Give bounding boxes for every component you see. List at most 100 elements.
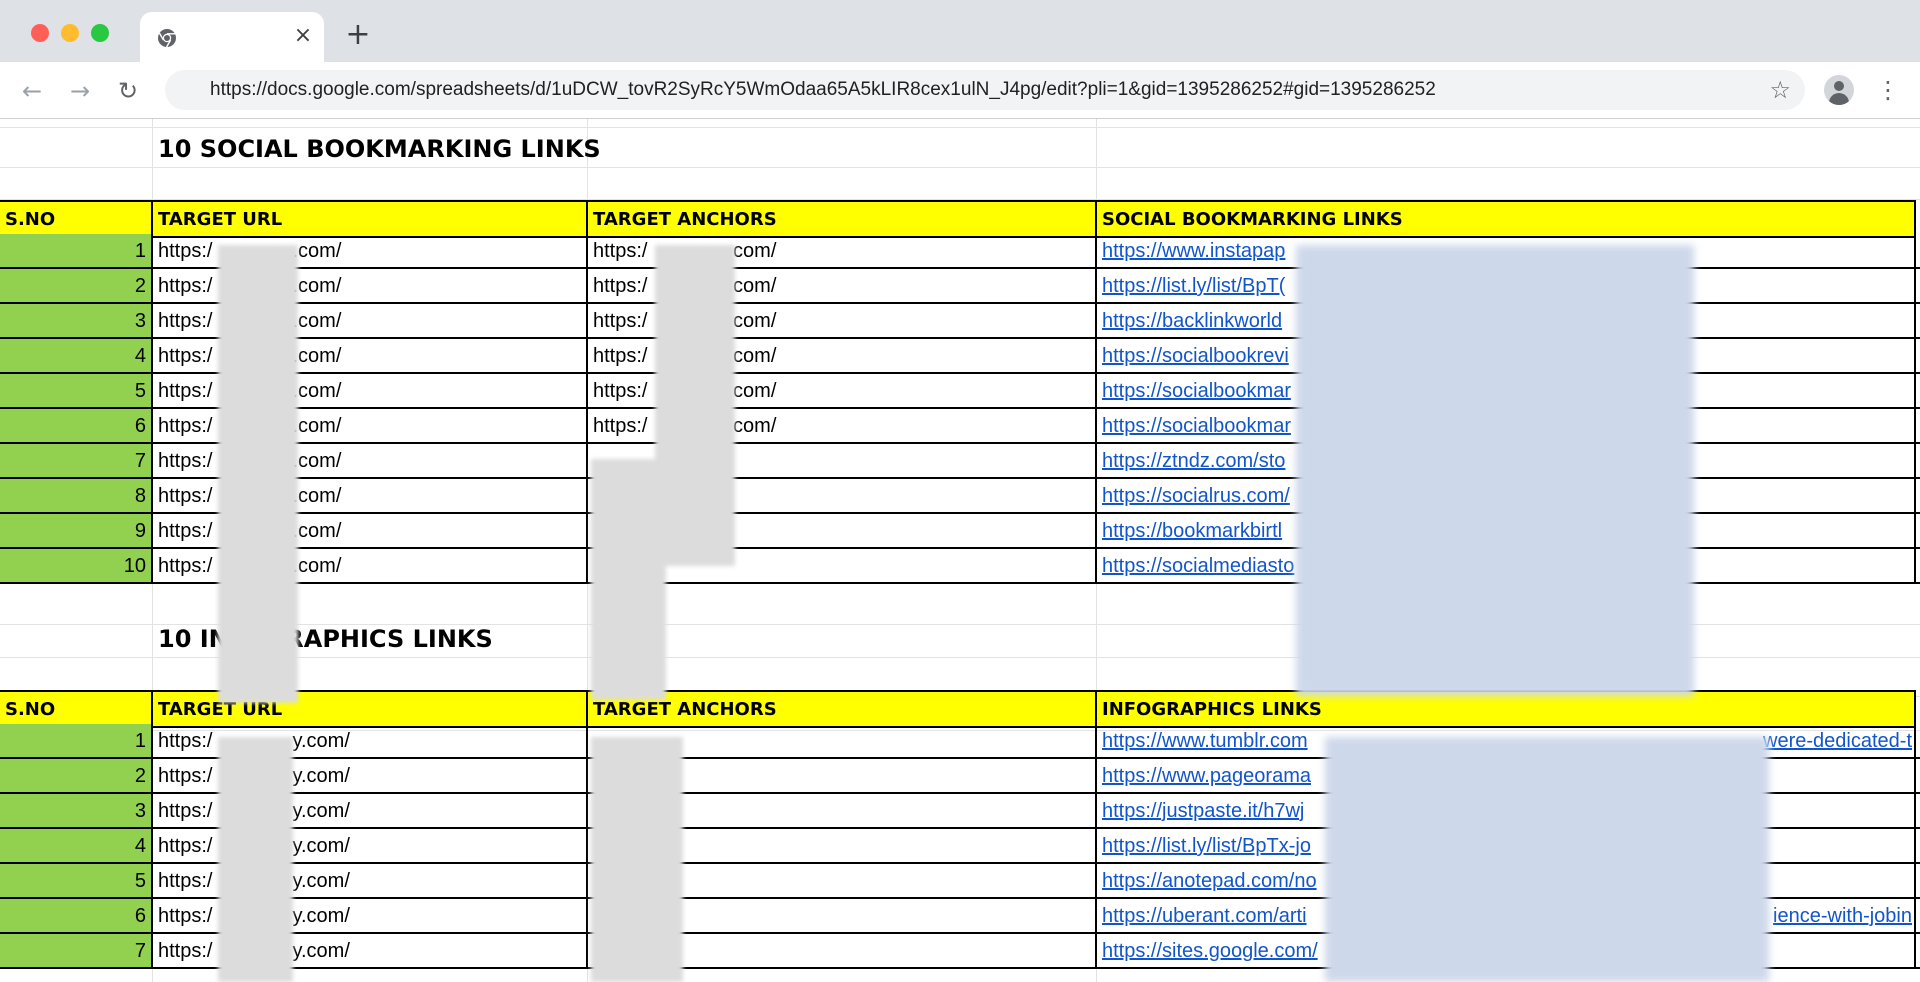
redaction-overlay [1296, 245, 1694, 696]
row-number: 1 [0, 724, 153, 757]
target-url-end: .com/ [292, 310, 342, 332]
target-url-start: https:/ [158, 380, 213, 402]
backlink[interactable]: https://socialbookmar [1102, 380, 1291, 402]
redaction-overlay [655, 245, 735, 566]
backlink[interactable]: https://ztndz.com/sto [1102, 450, 1285, 472]
target-url-start: https:/ [158, 555, 213, 577]
backlink[interactable]: https://socialrus.com/ [1102, 485, 1290, 507]
target-url-end: y.com/ [292, 870, 350, 892]
backlink[interactable]: https://backlinkworld [1102, 310, 1282, 332]
avatar-body [1829, 93, 1849, 105]
target-url-start: https:/ [158, 835, 213, 857]
redaction-overlay [591, 459, 666, 700]
backlink[interactable]: https://socialbookmar [1102, 415, 1291, 437]
back-arrow-icon[interactable]: ← [18, 77, 46, 105]
row-number: 7 [0, 934, 153, 967]
target-url-end: .com/ [292, 450, 342, 472]
target-url-end: .com/ [292, 345, 342, 367]
row-number: 6 [0, 899, 153, 932]
target-url-start: https:/ [158, 800, 213, 822]
target-url-start: https:/ [158, 730, 213, 752]
row-number: 2 [0, 269, 153, 302]
target-anchor-start: https:/ [593, 380, 648, 402]
row-number: 4 [0, 829, 153, 862]
row-number: 3 [0, 304, 153, 337]
target-url-end: .com/ [292, 485, 342, 507]
header-sno: S.NO [0, 692, 153, 726]
target-url-end: .com/ [292, 240, 342, 262]
window-close-button[interactable] [31, 24, 49, 42]
backlink[interactable]: https://list.ly/list/BpT( [1102, 275, 1285, 297]
target-url-end: y.com/ [292, 940, 350, 962]
grid-line [0, 167, 1920, 168]
target-anchor-start: https:/ [593, 345, 648, 367]
target-url-start: https:/ [158, 450, 213, 472]
bookmark-star-icon[interactable]: ☆ [1769, 70, 1791, 110]
target-url-end: .com/ [292, 275, 342, 297]
header-sno: S.NO [0, 202, 153, 236]
target-url-end: y.com/ [292, 800, 350, 822]
target-url-start: https:/ [158, 310, 213, 332]
profile-avatar-icon[interactable] [1824, 75, 1854, 105]
target-url-start: https:/ [158, 485, 213, 507]
row-number: 2 [0, 759, 153, 792]
section-title-social-bookmarking: 10 SOCIAL BOOKMARKING LINKS [158, 135, 601, 163]
target-url-end: .com/ [292, 555, 342, 577]
target-url-start: https:/ [158, 240, 213, 262]
target-url-start: https:/ [158, 275, 213, 297]
target-anchor-start: https:/ [593, 240, 648, 262]
row-number: 5 [0, 864, 153, 897]
target-anchor-start: https:/ [593, 275, 648, 297]
forward-arrow-icon[interactable]: → [66, 77, 94, 105]
chrome-icon [158, 29, 176, 48]
redaction-overlay [591, 737, 683, 982]
target-url-end: y.com/ [292, 765, 350, 787]
backlink[interactable]: https://anotepad.com/no [1102, 870, 1317, 892]
target-url-end: .com/ [292, 380, 342, 402]
backlink[interactable]: https://list.ly/list/BpTx-jo [1102, 835, 1311, 857]
backlink[interactable]: https://justpaste.it/h7wj [1102, 800, 1304, 822]
row-number: 1 [0, 234, 153, 267]
target-url-end: .com/ [292, 520, 342, 542]
row-number: 6 [0, 409, 153, 442]
backlink[interactable]: https://www.pageorama [1102, 765, 1311, 787]
grid-line [0, 127, 1920, 128]
backlink[interactable]: https://www.tumblr.com [1102, 730, 1308, 752]
backlink[interactable]: https://sites.google.com/ [1102, 940, 1318, 962]
backlink[interactable]: https://socialbookrevi [1102, 345, 1289, 367]
header-target-anchors: TARGET ANCHORS [588, 202, 1097, 236]
target-url-start: https:/ [158, 870, 213, 892]
spreadsheet-grid[interactable]: 10 SOCIAL BOOKMARKING LINKS S.NO TARGET … [0, 119, 1920, 982]
backlink[interactable]: https://uberant.com/arti [1102, 905, 1307, 927]
avatar-head [1834, 81, 1844, 91]
target-anchor-start: https:/ [593, 415, 648, 437]
kebab-menu-icon[interactable]: ⋮ [1876, 76, 1900, 104]
backlink-tail[interactable]: were-dedicated-t [1763, 724, 1912, 757]
browser-tab[interactable]: × [140, 12, 324, 62]
row-number: 4 [0, 339, 153, 372]
reload-icon[interactable]: ↻ [114, 77, 142, 105]
new-tab-button[interactable]: + [343, 20, 373, 50]
target-url-end: y.com/ [292, 835, 350, 857]
header-row-social-bookmarking: S.NO TARGET URL TARGET ANCHORS SOCIAL BO… [0, 200, 1916, 238]
row-number: 8 [0, 479, 153, 512]
row-number: 5 [0, 374, 153, 407]
backlink-tail[interactable]: ience-with-jobin [1773, 899, 1912, 932]
browser-toolbar: ← → ↻ https://docs.google.com/spreadshee… [0, 62, 1920, 119]
backlink[interactable]: https://bookmarkbirtl [1102, 520, 1282, 542]
redaction-overlay [218, 737, 293, 982]
target-url-start: https:/ [158, 415, 213, 437]
target-anchor-start: https:/ [593, 310, 648, 332]
backlink[interactable]: https://socialmediasto [1102, 555, 1294, 577]
header-infographics-links: INFOGRAPHICS LINKS [1097, 692, 1916, 726]
row-number: 7 [0, 444, 153, 477]
row-number: 3 [0, 794, 153, 827]
address-bar[interactable]: https://docs.google.com/spreadsheets/d/1… [165, 70, 1805, 110]
window-minimize-button[interactable] [61, 24, 79, 42]
target-url-end: y.com/ [292, 730, 350, 752]
target-url-start: https:/ [158, 520, 213, 542]
backlink[interactable]: https://www.instapap [1102, 240, 1285, 262]
url-text[interactable]: https://docs.google.com/spreadsheets/d/1… [210, 70, 1436, 110]
window-maximize-button[interactable] [91, 24, 109, 42]
close-tab-icon[interactable]: × [291, 21, 315, 51]
